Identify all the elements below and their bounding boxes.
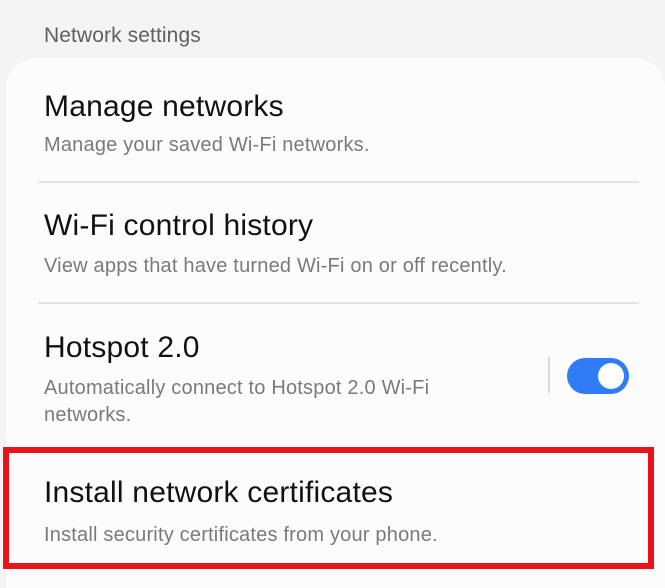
toggle-knob [598,363,624,389]
list-item-manage-networks[interactable]: Manage networks Manage your saved Wi-Fi … [6,58,665,181]
item-subtitle: View apps that have turned Wi-Fi on or o… [44,255,507,277]
item-subtitle: Install security certificates from your … [44,524,438,546]
vertical-separator [548,357,550,393]
settings-card: Manage networks Manage your saved Wi-Fi … [6,58,665,588]
section-header-network-settings: Network settings [44,24,201,47]
list-item-install-network-certificates[interactable]: Install network certificates Install sec… [6,453,665,568]
list-item-hotspot-2[interactable]: Hotspot 2.0 Automatically connect to Hot… [6,304,665,444]
item-subtitle-line-2: networks. [44,404,132,426]
item-subtitle-line-1: Automatically connect to Hotspot 2.0 Wi-… [44,377,430,399]
item-subtitle: Automatically connect to Hotspot 2.0 Wi-… [44,375,429,429]
item-title: Wi-Fi control history [44,209,314,242]
item-title: Install network certificates [44,476,394,509]
item-title: Hotspot 2.0 [44,331,200,364]
item-title: Manage networks [44,90,284,123]
item-subtitle: Manage your saved Wi-Fi networks. [44,134,370,156]
hotspot-toggle-switch-icon[interactable] [567,358,629,394]
list-item-wifi-control-history[interactable]: Wi-Fi control history View apps that hav… [6,183,665,301]
